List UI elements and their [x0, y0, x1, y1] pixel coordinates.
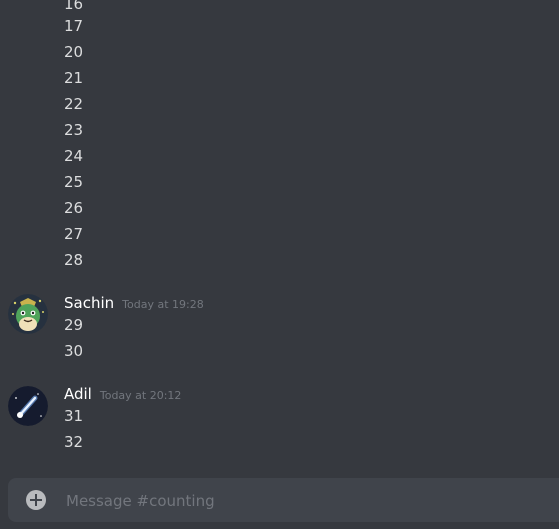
message-line: 28	[64, 251, 84, 269]
message-header: Sachin Today at 19:28	[64, 293, 204, 313]
message-line: 24	[64, 147, 84, 165]
message-line: 29	[64, 316, 84, 334]
message-list: 16 17 20 21 22 23 24 25 26 27 28 Sachin T…	[0, 0, 559, 470]
message-line: 20	[64, 43, 84, 61]
message-timestamp[interactable]: Today at 19:28	[122, 298, 204, 311]
message-line: 23	[64, 121, 84, 139]
message-input[interactable]	[64, 478, 558, 524]
message-line: 30	[64, 342, 84, 360]
green-character-avatar-icon	[8, 294, 48, 334]
message-line: 26	[64, 199, 84, 217]
message-line: 21	[64, 69, 84, 87]
avatar-sachin[interactable]	[8, 294, 48, 334]
plus-circle-icon[interactable]	[26, 490, 46, 510]
message-line: 32	[64, 433, 84, 451]
message-line: 22	[64, 95, 84, 113]
message-timestamp[interactable]: Today at 20:12	[100, 389, 182, 402]
message-line: 17	[64, 17, 84, 35]
avatar-adil[interactable]	[8, 386, 48, 426]
author-name[interactable]: Adil	[64, 385, 92, 403]
message-line: 25	[64, 173, 84, 191]
message-header: Adil Today at 20:12	[64, 384, 181, 404]
message-line: 27	[64, 225, 84, 243]
author-name[interactable]: Sachin	[64, 294, 114, 312]
message-composer	[8, 478, 559, 524]
comet-avatar-icon	[8, 386, 48, 426]
message-line: 31	[64, 407, 84, 425]
message-line: 16	[64, 0, 84, 13]
